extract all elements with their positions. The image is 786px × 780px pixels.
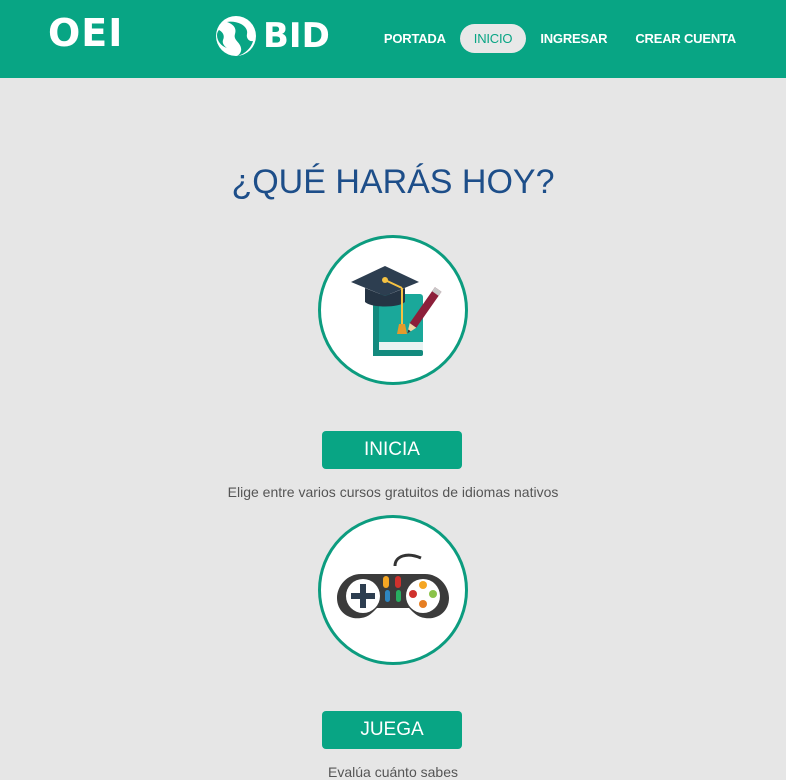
game-image[interactable] <box>318 515 468 665</box>
page-title: ¿QUÉ HARÁS HOY? <box>231 162 555 201</box>
gamepad-icon <box>337 553 449 619</box>
main-nav: PORTADA INICIO INGRESAR CREAR CUENTA <box>370 24 750 53</box>
bid-logo[interactable]: BID <box>213 14 330 58</box>
globe-icon <box>216 16 256 56</box>
courses-image[interactable] <box>318 235 468 385</box>
nav-inicio[interactable]: INICIO <box>459 24 527 53</box>
bid-logo-text: BID <box>263 16 330 56</box>
inicia-description: Elige entre varios cursos gratuitos de i… <box>227 484 559 500</box>
graduation-book-icon <box>351 266 442 356</box>
nav-portada[interactable]: PORTADA <box>370 24 460 53</box>
juega-button[interactable]: JUEGA <box>322 711 462 749</box>
top-navbar: OEI BID PORTADA INICIO INGRESAR CREAR CU… <box>0 0 786 78</box>
nav-crear-cuenta[interactable]: CREAR CUENTA <box>621 24 750 53</box>
oei-logo[interactable]: OEI <box>48 11 123 55</box>
nav-ingresar[interactable]: INGRESAR <box>526 24 621 53</box>
inicia-button[interactable]: INICIA <box>322 431 462 469</box>
juega-description: Evalúa cuánto sabes <box>328 764 458 780</box>
